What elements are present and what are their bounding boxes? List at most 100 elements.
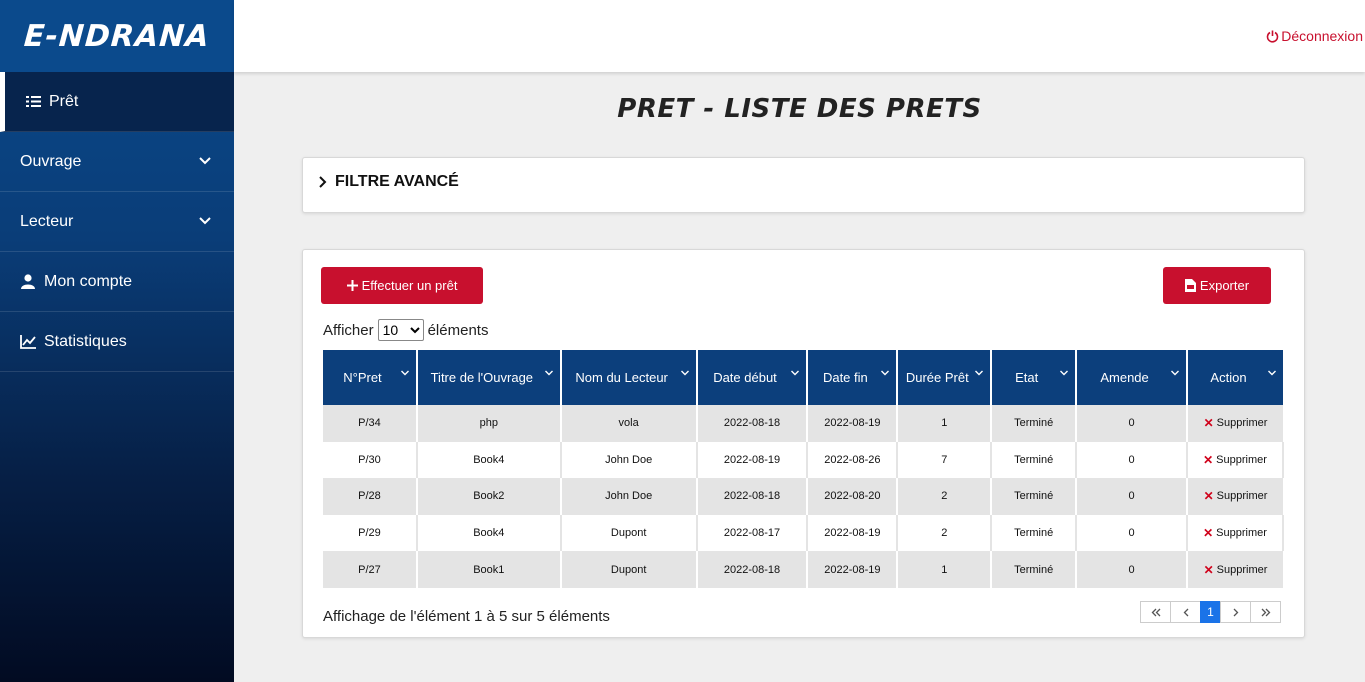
cell-num: P/27 — [323, 551, 418, 588]
delete-button[interactable]: ✕ Supprimer — [1204, 416, 1268, 430]
export-label: Exporter — [1199, 278, 1250, 293]
sort-chevron-icon — [680, 370, 689, 376]
delete-label: Supprimer — [1216, 527, 1267, 540]
cell-etat: Terminé — [991, 514, 1078, 552]
cell-debut: 2022-08-17 — [696, 514, 809, 552]
loans-table: N°Pret Titre de l'Ouvrage Nom du Lecteur Da… — [323, 350, 1284, 588]
table-row: P/34 php vola 2022-08-18 2022-08-19 1 Terminé 0… — [323, 405, 1283, 442]
cell-lecteur: Dupont — [560, 551, 698, 588]
chevron-down-icon — [199, 157, 211, 165]
last-page-button[interactable] — [1250, 601, 1281, 623]
cell-fin: 2022-08-20 — [807, 478, 899, 515]
delete-button[interactable]: ✕ Supprimer — [1204, 563, 1268, 577]
cell-duree: 7 — [897, 441, 993, 479]
user-icon — [20, 274, 36, 290]
close-icon: ✕ — [1203, 452, 1214, 467]
power-icon — [1266, 30, 1279, 43]
delete-label: Supprimer — [1216, 417, 1268, 430]
logout-link[interactable]: Déconnexion — [1266, 28, 1363, 44]
cell-titre: Book1 — [416, 551, 562, 588]
cell-lecteur: John Doe — [560, 441, 698, 479]
cell-fin: 2022-08-26 — [807, 441, 899, 479]
cell-debut: 2022-08-18 — [696, 478, 809, 515]
cell-duree: 2 — [897, 514, 993, 552]
column-header[interactable]: Date début — [696, 350, 809, 405]
topbar: Déconnexion — [234, 0, 1365, 72]
cell-debut: 2022-08-19 — [696, 441, 809, 479]
column-header[interactable]: Nom du Lecteur — [560, 350, 698, 405]
close-icon: ✕ — [1203, 526, 1214, 541]
column-header-label: Date début — [713, 369, 777, 385]
logout-label: Déconnexion — [1281, 28, 1363, 44]
chevron-left-icon — [1183, 608, 1188, 616]
filter-toggle[interactable]: FILTRE AVANCÉ — [317, 173, 459, 191]
cell-num: P/30 — [323, 441, 418, 479]
delete-label: Supprimer — [1216, 490, 1268, 503]
column-header[interactable]: Date fin — [807, 350, 899, 405]
sidebar-item-label: Statistiques — [44, 332, 127, 350]
column-header[interactable]: Etat — [991, 350, 1078, 405]
file-pdf-icon — [1184, 279, 1196, 292]
column-header[interactable]: Durée Prêt — [897, 350, 993, 405]
delete-button[interactable]: ✕ Supprimer — [1203, 526, 1267, 540]
cell-titre: Book4 — [416, 441, 562, 479]
sort-chevron-icon — [881, 370, 890, 376]
column-header-label: Titre de l'Ouvrage — [430, 369, 534, 385]
plus-icon — [346, 280, 358, 291]
sort-chevron-icon — [544, 370, 553, 376]
page-title: PRET - LISTE DES PRETS — [617, 94, 982, 124]
length-suffix: éléments — [427, 321, 489, 339]
cell-fin: 2022-08-19 — [807, 405, 899, 442]
cell-num: P/29 — [323, 514, 418, 552]
sort-chevron-icon — [1171, 370, 1179, 376]
export-button[interactable]: Exporter — [1163, 267, 1271, 304]
loans-panel: Effectuer un prêt Exporter Afficher 10 é… — [302, 249, 1305, 638]
cell-action: ✕ Supprimer — [1187, 478, 1283, 515]
next-page-button[interactable] — [1220, 601, 1251, 623]
sort-chevron-icon — [1268, 370, 1276, 376]
column-header[interactable]: N°Pret — [323, 350, 418, 405]
delete-button[interactable]: ✕ Supprimer — [1203, 453, 1267, 467]
add-loan-button[interactable]: Effectuer un prêt — [321, 267, 483, 304]
column-header[interactable]: Action — [1187, 350, 1283, 405]
cell-action: ✕ Supprimer — [1187, 514, 1284, 552]
chart-line-icon — [20, 334, 36, 350]
sidebar-item-lecteur[interactable]: Lecteur — [0, 192, 234, 252]
page-length-control: Afficher 10 éléments — [323, 319, 488, 341]
cell-lecteur: John Doe — [560, 478, 698, 515]
add-loan-label: Effectuer un prêt — [361, 278, 458, 293]
table-header-row: N°Pret Titre de l'Ouvrage Nom du Lecteur Da… — [323, 350, 1283, 405]
sidebar-item-ouvrage[interactable]: Ouvrage — [0, 132, 234, 192]
cell-action: ✕ Supprimer — [1187, 441, 1284, 479]
cell-titre: Book2 — [416, 478, 562, 515]
column-header[interactable]: Amende — [1076, 350, 1188, 405]
delete-label: Supprimer — [1216, 453, 1267, 466]
cell-titre: php — [416, 405, 562, 442]
sidebar-item-label: Mon compte — [44, 272, 133, 290]
cell-duree: 1 — [897, 551, 993, 588]
close-icon: ✕ — [1203, 489, 1214, 504]
delete-label: Supprimer — [1216, 563, 1268, 576]
brand-logo[interactable]: E-NDRANA — [0, 0, 234, 72]
table-body: P/34 php vola 2022-08-18 2022-08-19 1 Terminé 0… — [323, 405, 1284, 588]
sidebar-item-statistiques[interactable]: Statistiques — [0, 312, 234, 372]
page-length-select[interactable]: 10 — [377, 319, 424, 341]
cell-fin: 2022-08-19 — [807, 514, 899, 552]
cell-amende: 0 — [1076, 551, 1188, 588]
sort-chevron-icon — [975, 370, 984, 376]
table-row: P/28 Book2 John Doe 2022-08-18 2022-08-20 2 Te… — [323, 478, 1283, 515]
double-chevron-right-icon — [1261, 608, 1270, 616]
cell-lecteur: Dupont — [560, 514, 698, 552]
cell-amende: 0 — [1076, 514, 1188, 552]
sidebar-item-pret[interactable]: Prêt — [0, 72, 234, 132]
delete-button[interactable]: ✕ Supprimer — [1204, 489, 1268, 503]
first-page-button[interactable] — [1140, 601, 1171, 623]
previous-page-button[interactable] — [1170, 601, 1201, 623]
cell-etat: Terminé — [991, 478, 1078, 515]
sidebar-item-mon-compte[interactable]: Mon compte — [0, 252, 234, 312]
column-header[interactable]: Titre de l'Ouvrage — [416, 350, 562, 405]
table-info: Affichage de l'élément 1 à 5 sur 5 éléme… — [323, 608, 610, 625]
column-header-label: Etat — [1015, 369, 1039, 385]
sidebar-item-label: Ouvrage — [20, 152, 82, 170]
current-page-button[interactable]: 1 — [1200, 601, 1221, 623]
